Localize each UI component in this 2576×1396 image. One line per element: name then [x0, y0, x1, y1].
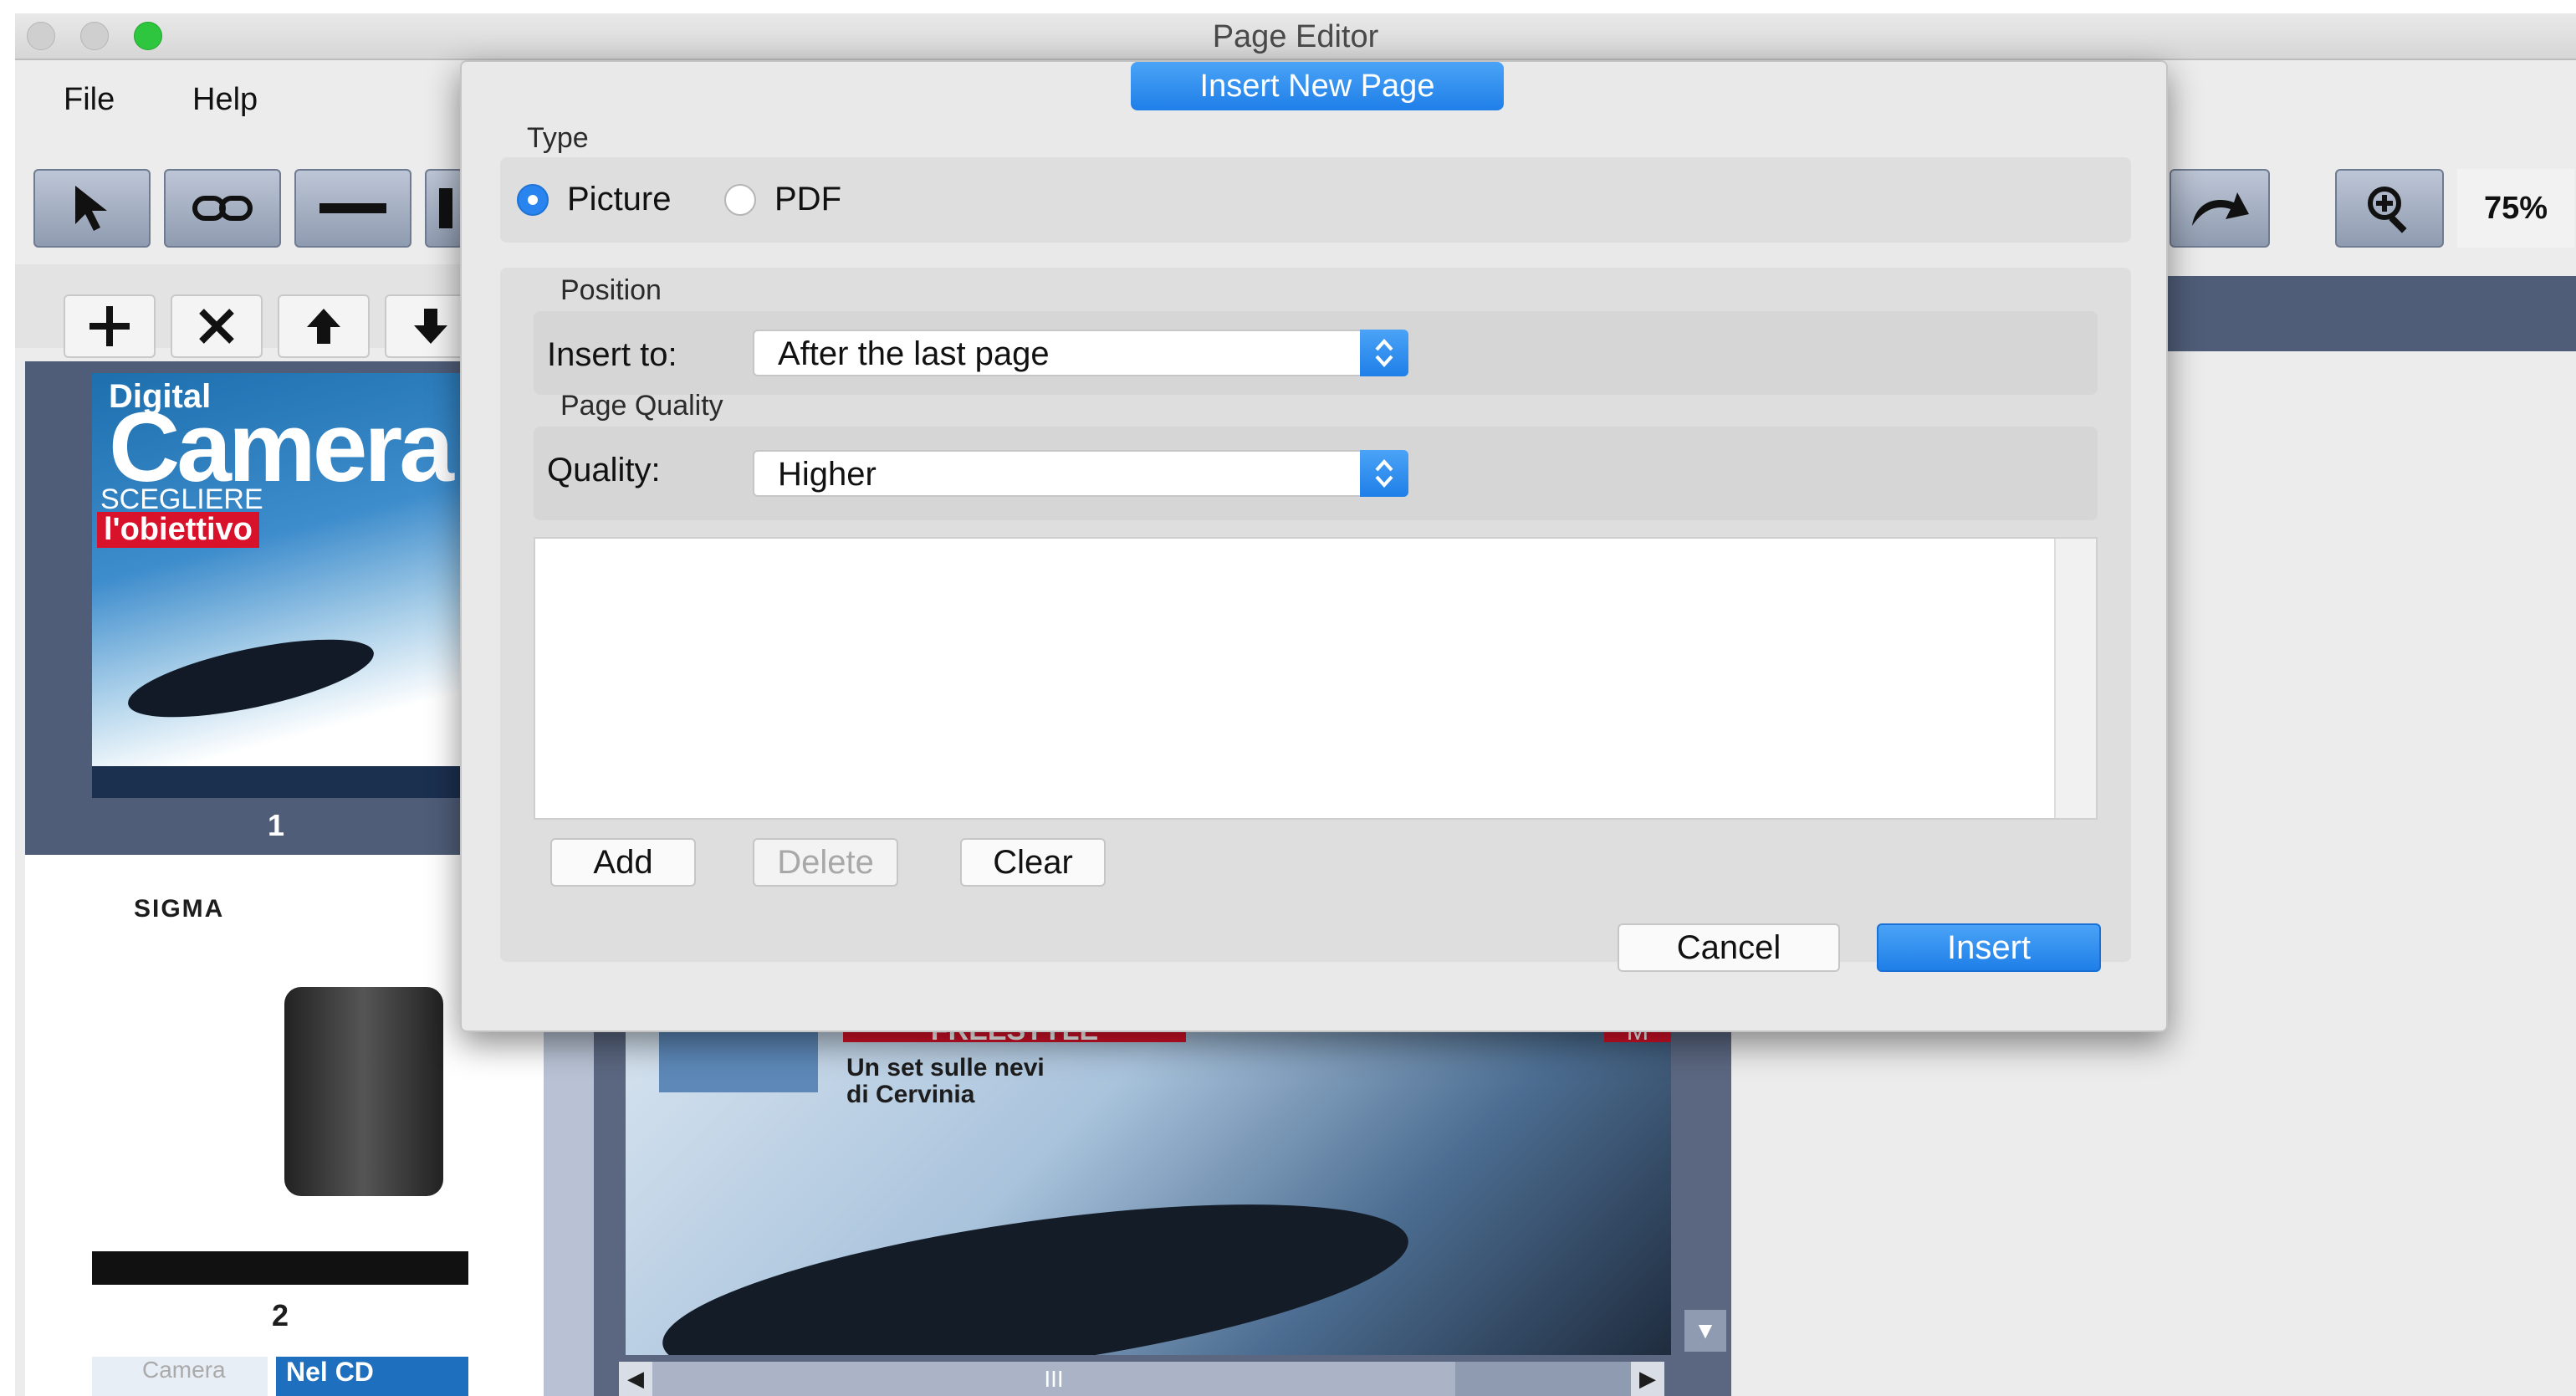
plus-icon: [89, 306, 130, 346]
arrow-up-icon: [307, 309, 340, 344]
menu-file[interactable]: File: [64, 62, 115, 136]
delete-page-button[interactable]: [171, 294, 263, 358]
scroll-thumb[interactable]: III: [652, 1362, 1455, 1396]
insert-to-select[interactable]: After the last page: [753, 330, 1408, 376]
page-3-thumbnail-right[interactable]: Nel CD: [276, 1357, 468, 1396]
lens-image: [284, 987, 443, 1196]
snowboard-shape: [122, 623, 380, 734]
title-bar: Page Editor: [15, 13, 2576, 60]
page-2-number: 2: [271, 1298, 289, 1332]
doc-inset-photo: [659, 1025, 818, 1092]
cover-title: Camera: [109, 392, 454, 503]
position-group: Insert to: After the last page: [534, 311, 2098, 395]
rectangle-tool-button[interactable]: [425, 169, 463, 248]
menu-help[interactable]: Help: [192, 62, 258, 136]
doc-headline-2: di Cervinia: [846, 1081, 975, 1108]
quality-select[interactable]: Higher: [753, 450, 1408, 497]
cursor-arrow-icon: [75, 186, 107, 231]
cover-footer-strip: [92, 766, 460, 798]
line-icon: [319, 203, 386, 213]
delete-file-button[interactable]: Delete: [753, 838, 898, 887]
page-quality-section-label: Page Quality: [560, 390, 723, 422]
document-page-preview: FREESTYLE M Un set sulle nevi di Cervini…: [626, 1020, 1671, 1355]
redo-arrow-icon: [2192, 192, 2249, 226]
page-2-brand: SIGMA: [134, 895, 225, 923]
page-list-scrollbar[interactable]: [544, 1004, 594, 1396]
quality-label: Quality:: [547, 452, 661, 488]
select-tool-button[interactable]: [33, 169, 151, 248]
type-section-label: Type: [527, 122, 589, 154]
select-chevrons-icon: [1360, 450, 1408, 497]
page-2-thumbnail[interactable]: SIGMA: [92, 870, 468, 1288]
close-x-icon: [199, 309, 234, 344]
cover-banner: l'obiettivo: [97, 512, 259, 548]
quality-value: Higher: [778, 456, 877, 493]
page-1-cover-image: Digital Camera SCEGLIERE l'obiettivo: [92, 373, 460, 798]
scroll-right-button[interactable]: ▶: [1631, 1362, 1664, 1396]
select-chevrons-icon: [1360, 330, 1408, 376]
add-file-button[interactable]: Add: [550, 838, 696, 887]
line-tool-button[interactable]: [294, 169, 411, 248]
picture-file-list[interactable]: [534, 537, 2098, 820]
redo-button[interactable]: [2170, 169, 2270, 248]
scroll-left-button[interactable]: ◀: [619, 1362, 652, 1396]
move-page-up-button[interactable]: [278, 294, 370, 358]
doc-headline-1: Un set sulle nevi: [846, 1054, 1045, 1082]
radio-picture-label[interactable]: Picture: [567, 181, 672, 218]
add-page-button[interactable]: [64, 294, 156, 358]
insert-button[interactable]: Insert: [1877, 923, 2101, 972]
arrow-down-icon: [414, 309, 447, 344]
clear-files-button[interactable]: Clear: [960, 838, 1106, 887]
page-1-number: 1: [267, 808, 285, 842]
file-list-scrollbar[interactable]: [2054, 539, 2096, 818]
page-2-footer-strip: [92, 1251, 468, 1285]
insert-to-label: Insert to:: [547, 336, 677, 373]
insert-to-value: After the last page: [778, 335, 1050, 372]
document-horizontal-scrollbar[interactable]: ◀ III ▶: [619, 1362, 1664, 1396]
link-tool-button[interactable]: [164, 169, 281, 248]
window-title: Page Editor: [1212, 19, 1379, 54]
page-3-thumbnail-left[interactable]: Camera: [92, 1357, 268, 1396]
zoom-in-icon: [2368, 187, 2407, 233]
rectangle-tool-icon: [439, 188, 452, 228]
link-icon: [192, 196, 253, 221]
position-section-label: Position: [560, 274, 662, 306]
document-header-bar: [2141, 276, 2576, 351]
doc-snowboard-shape: [652, 1169, 1418, 1355]
radio-pdf-label[interactable]: PDF: [774, 181, 841, 218]
zoom-level[interactable]: 75%: [2457, 169, 2574, 248]
type-group: Picture PDF: [500, 157, 2131, 243]
radio-picture-control[interactable]: [517, 184, 549, 216]
scroll-down-button[interactable]: ▼: [1684, 1310, 1726, 1352]
cancel-button[interactable]: Cancel: [1618, 923, 1840, 972]
insert-page-dialog: Insert New Page Type Picture PDF Positio…: [460, 60, 2168, 1032]
radio-pdf-control[interactable]: [724, 184, 756, 216]
dialog-title: Insert New Page: [1131, 62, 1504, 110]
quality-group: Quality: Higher: [534, 427, 2098, 520]
zoom-in-button[interactable]: [2335, 169, 2444, 248]
